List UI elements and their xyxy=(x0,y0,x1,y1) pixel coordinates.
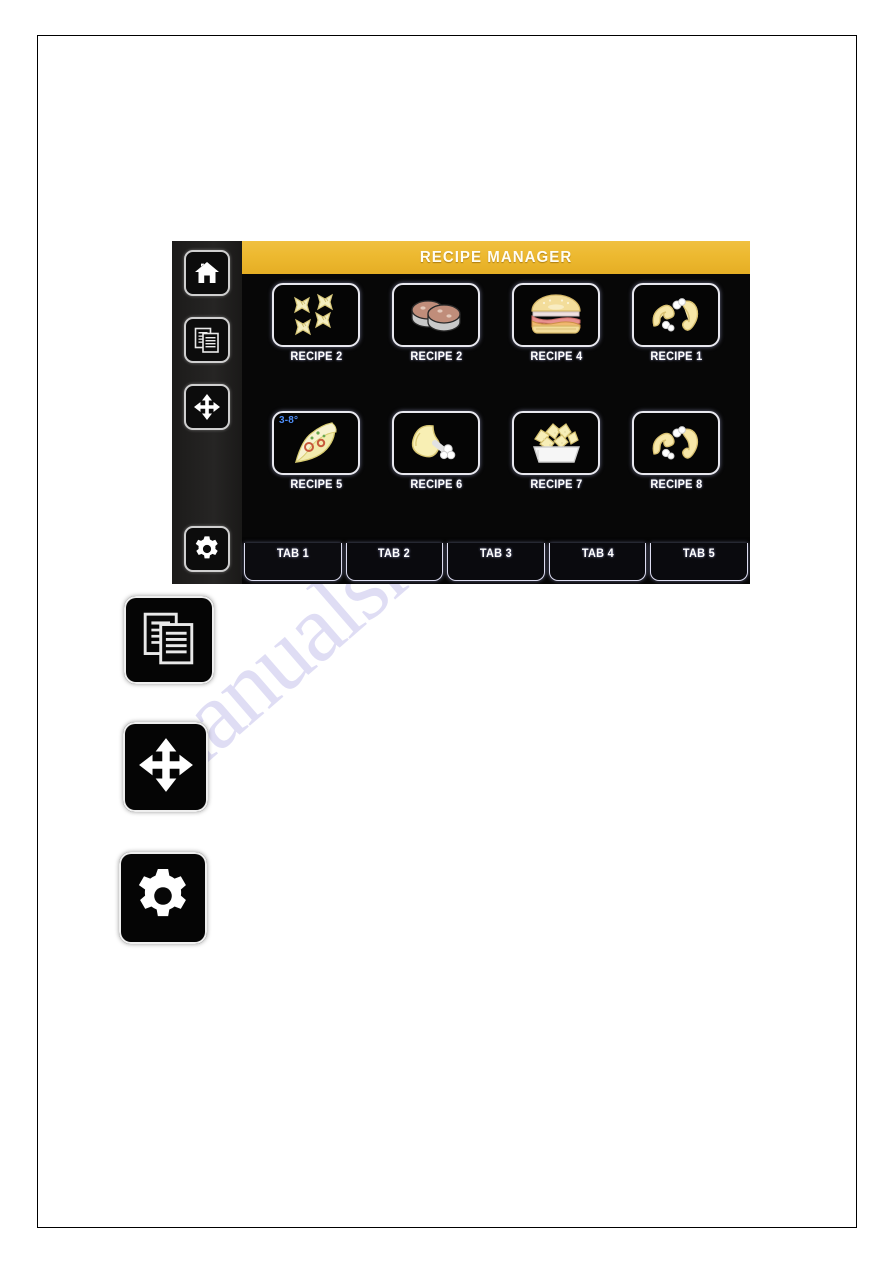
pizza-slice-icon xyxy=(288,420,344,466)
device-screen: RECIPE MANAGER RECIPE 2 RECIPE 2 RECIPE … xyxy=(242,241,750,584)
recipe-label: RECIPE 1 xyxy=(649,351,703,363)
recipe-label: RECIPE 2 xyxy=(289,351,343,363)
recipe-tile[interactable]: 3-8° xyxy=(272,411,360,475)
recipe-cell[interactable]: RECIPE 1 xyxy=(616,283,736,409)
recipe-cell[interactable]: RECIPE 2 xyxy=(256,283,376,409)
recipe-tile[interactable] xyxy=(512,283,600,347)
meat-patties-icon xyxy=(406,292,466,338)
device-screen-panel: RECIPE MANAGER RECIPE 2 RECIPE 2 RECIPE … xyxy=(172,241,750,584)
move-arrows-icon xyxy=(193,393,221,421)
move-arrows-icon xyxy=(137,736,195,799)
recipe-label: RECIPE 6 xyxy=(409,479,463,491)
home-icon xyxy=(193,260,221,286)
recipe-cell[interactable]: RECIPE 2 xyxy=(376,283,496,409)
callout-move-icon xyxy=(123,722,208,812)
recipe-tile[interactable] xyxy=(632,283,720,347)
burger-icon xyxy=(527,291,585,339)
recipe-tile[interactable] xyxy=(392,411,480,475)
recipe-tile[interactable] xyxy=(632,411,720,475)
tab-2[interactable]: TAB 2 xyxy=(345,543,444,581)
tab-label: TAB 2 xyxy=(378,548,411,560)
recipe-cell[interactable]: RECIPE 6 xyxy=(376,411,496,537)
tab-3[interactable]: TAB 3 xyxy=(447,543,545,581)
copy-icon xyxy=(140,609,198,672)
tab-4[interactable]: TAB 4 xyxy=(548,543,647,581)
tab-bar: TAB 1 TAB 2 TAB 3 TAB 4 TAB 5 xyxy=(242,537,750,584)
recipe-cell[interactable]: RECIPE 4 xyxy=(496,283,616,409)
recipe-tile[interactable] xyxy=(272,283,360,347)
recipe-label: RECIPE 4 xyxy=(529,351,583,363)
callout-copy-icon xyxy=(124,596,214,684)
sidebar-item-home[interactable] xyxy=(184,250,230,296)
tab-label: TAB 4 xyxy=(581,548,614,560)
recipe-badge: 3-8° xyxy=(279,415,299,426)
sidebar-item-copy[interactable] xyxy=(184,317,230,363)
tab-label: TAB 3 xyxy=(479,548,513,560)
gear-icon xyxy=(193,535,221,563)
gear-icon xyxy=(133,866,193,931)
page-title: RECIPE MANAGER xyxy=(419,248,573,266)
recipe-grid: RECIPE 2 RECIPE 2 RECIPE 4 RECIPE 1 3-8°… xyxy=(242,274,750,537)
callout-gear-icon xyxy=(119,852,207,944)
tab-label: TAB 5 xyxy=(683,548,716,560)
drumstick-icon xyxy=(407,421,465,465)
recipe-tile[interactable] xyxy=(392,283,480,347)
recipe-label: RECIPE 7 xyxy=(529,479,583,491)
tab-5[interactable]: TAB 5 xyxy=(650,543,748,581)
recipe-cell[interactable]: RECIPE 7 xyxy=(496,411,616,537)
chicken-wings-icon xyxy=(646,292,706,338)
tab-label: TAB 1 xyxy=(276,548,309,560)
sidebar-item-move[interactable] xyxy=(184,384,230,430)
recipe-label: RECIPE 2 xyxy=(409,351,463,363)
tab-1[interactable]: TAB 1 xyxy=(244,543,342,581)
nugget-basket-icon xyxy=(526,420,586,466)
recipe-cell[interactable]: RECIPE 8 xyxy=(616,411,736,537)
farfalle-pasta-icon xyxy=(285,290,347,340)
recipe-cell[interactable]: 3-8° RECIPE 5 xyxy=(256,411,376,537)
sidebar-item-settings[interactable] xyxy=(184,526,230,572)
recipe-label: RECIPE 5 xyxy=(289,479,343,491)
recipe-label: RECIPE 8 xyxy=(649,479,703,491)
recipe-tile[interactable] xyxy=(512,411,600,475)
screen-title-bar: RECIPE MANAGER xyxy=(242,241,750,274)
device-sidebar xyxy=(172,241,242,584)
copy-icon xyxy=(193,326,221,354)
chicken-wings-icon xyxy=(646,420,706,466)
